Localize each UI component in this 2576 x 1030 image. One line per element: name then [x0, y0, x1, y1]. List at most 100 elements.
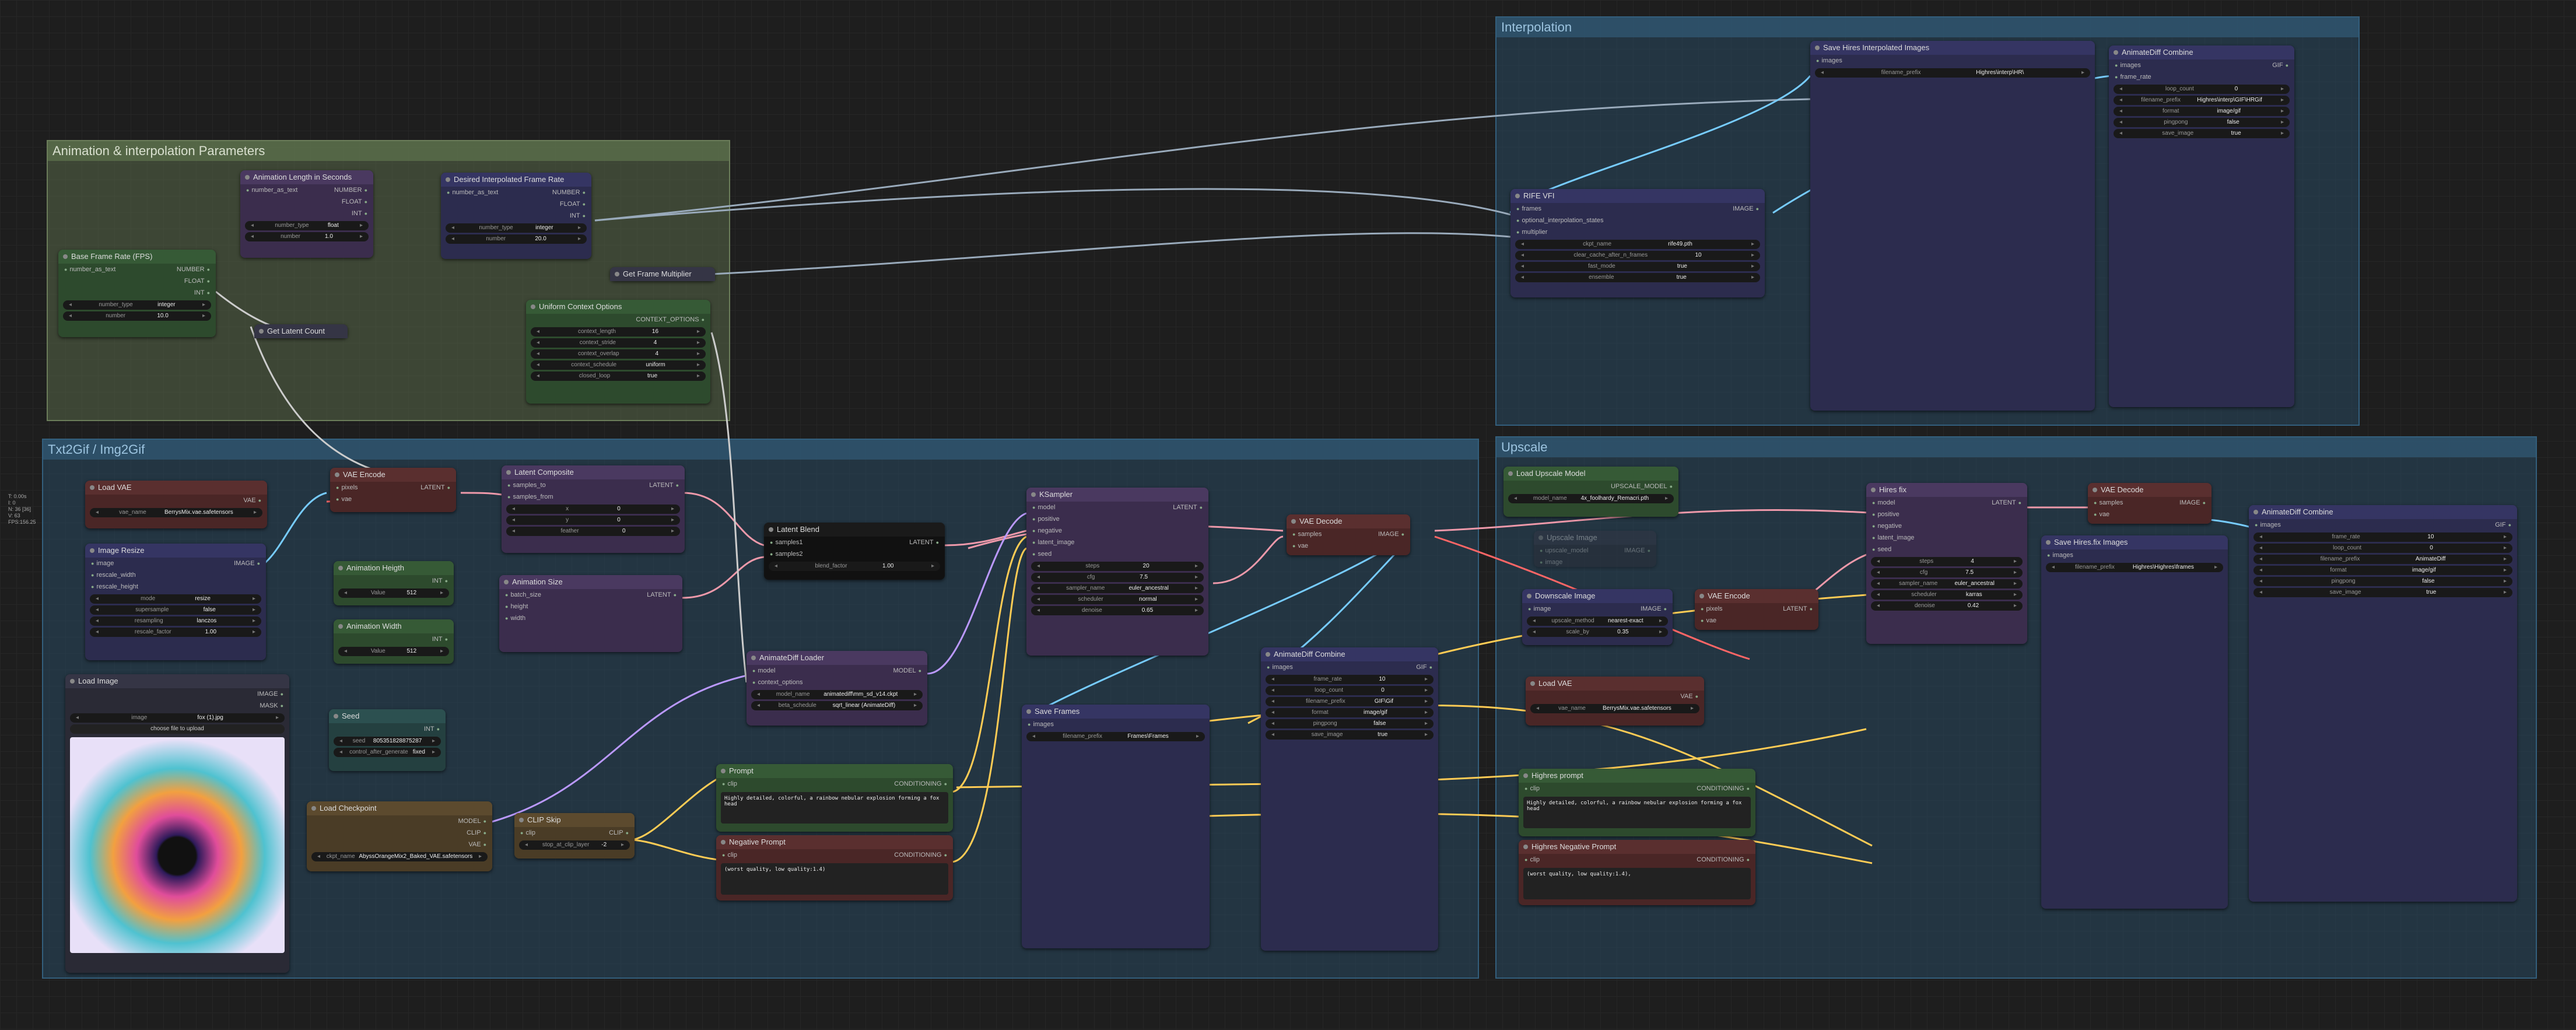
- input-slot[interactable]: clip: [722, 850, 737, 860]
- node-desired-frame-rate[interactable]: Desired Interpolated Frame Rate number_a…: [441, 173, 591, 259]
- node-title[interactable]: CLIP Skip: [514, 813, 635, 827]
- node-title[interactable]: Base Frame Rate (FPS): [58, 250, 216, 264]
- widget[interactable]: steps 4: [1871, 557, 2023, 566]
- input-slot[interactable]: latent_image: [1032, 538, 1074, 547]
- output-slot[interactable]: IMAGE: [2179, 498, 2206, 507]
- output-slot[interactable]: CLIP: [467, 828, 486, 838]
- node-get-latent-count[interactable]: Get Latent Count: [254, 324, 348, 338]
- widget[interactable]: seed 805351828875287: [334, 737, 441, 746]
- output-slot[interactable]: CONDITIONING: [894, 850, 947, 860]
- widget[interactable]: format image/gif: [2253, 566, 2512, 575]
- widget-number[interactable]: number 1.0: [245, 232, 369, 241]
- widget-toggle[interactable]: pingpong false: [2253, 577, 2512, 586]
- input-slot[interactable]: samples1: [770, 538, 802, 547]
- node-title[interactable]: Highres prompt: [1519, 769, 1755, 783]
- node-title[interactable]: VAE Encode: [330, 468, 456, 482]
- node-title[interactable]: VAE Decode: [1287, 514, 1410, 528]
- node-title[interactable]: VAE Encode: [1695, 589, 1818, 603]
- input-slot[interactable]: seed: [1872, 545, 1891, 554]
- node-title[interactable]: Seed: [329, 709, 446, 723]
- node-title[interactable]: Save Hires Interpolated Images: [1810, 41, 2095, 55]
- widget[interactable]: rescale_factor 1.00: [90, 628, 261, 637]
- node-highres-prompt[interactable]: Highres prompt clip CONDITIONING Highly d…: [1519, 769, 1755, 836]
- node-title[interactable]: Get Latent Count: [254, 324, 348, 338]
- input-slot[interactable]: context_options: [752, 678, 802, 687]
- output-slot[interactable]: MASK: [260, 701, 283, 710]
- node-vae-encode[interactable]: VAE Encode pixels LATENT vae: [330, 468, 456, 512]
- input-slot[interactable]: model: [1032, 503, 1055, 512]
- widget[interactable]: Value 512: [338, 588, 449, 598]
- output-slot[interactable]: IMAGE: [1378, 530, 1404, 539]
- node-clip-skip[interactable]: CLIP Skip clip CLIP stop_at_clip_layer -2: [514, 813, 635, 859]
- upload-button[interactable]: choose file to upload: [70, 724, 285, 734]
- node-save-frames[interactable]: Save Frames images filename_prefix Frames…: [1022, 705, 1210, 948]
- output-slot[interactable]: CONDITIONING: [1697, 784, 1750, 793]
- output-slot[interactable]: VAE: [468, 840, 486, 849]
- node-title[interactable]: Desired Interpolated Frame Rate: [441, 173, 591, 187]
- input-slot[interactable]: frame_rate: [2115, 72, 2151, 82]
- output-slot[interactable]: GIF: [2495, 520, 2511, 530]
- input-slot[interactable]: images: [2255, 520, 2280, 530]
- node-title[interactable]: Load Upscale Model: [1503, 467, 1678, 481]
- node-latent-composite[interactable]: Latent Composite samples_to LATENT sample…: [502, 465, 685, 553]
- input-slot[interactable]: images: [1028, 720, 1053, 729]
- input-slot[interactable]: samples: [2094, 498, 2123, 507]
- node-load-upscale-model[interactable]: Load Upscale Model UPSCALE_MODEL model_n…: [1503, 467, 1678, 517]
- node-base-frame-rate[interactable]: Base Frame Rate (FPS) number_as_text NUMB…: [58, 250, 216, 337]
- input-slot[interactable]: vae: [2094, 510, 2109, 519]
- widget[interactable]: steps 20: [1031, 562, 1204, 571]
- node-uniform-context-options[interactable]: Uniform Context Options CONTEXT_OPTIONS …: [526, 300, 710, 404]
- input-slot[interactable]: images: [1816, 56, 1842, 65]
- widget[interactable]: frame_rate 10: [1266, 675, 1434, 684]
- widget[interactable]: filename_prefix Highres\interp\GIF\HRGif: [2114, 96, 2290, 105]
- input-slot[interactable]: clip: [1524, 855, 1540, 864]
- negative-prompt-textarea[interactable]: (worst quality, low quality:1.4): [721, 863, 948, 895]
- input-slot[interactable]: model: [1872, 498, 1895, 507]
- node-title[interactable]: Animation Width: [334, 619, 454, 633]
- output-slot[interactable]: IMAGE: [1641, 604, 1667, 614]
- widget[interactable]: cfg 7.5: [1031, 573, 1204, 582]
- output-slot[interactable]: INT: [432, 635, 448, 644]
- node-title[interactable]: VAE Decode: [2088, 483, 2211, 497]
- node-title[interactable]: Animation Length in Seconds: [240, 170, 373, 184]
- output-slot[interactable]: GIF: [1416, 663, 1432, 672]
- input-slot[interactable]: images: [2047, 551, 2073, 560]
- output-slot[interactable]: VAE: [1680, 692, 1698, 701]
- widget-toggle[interactable]: fast_mode true: [1515, 262, 1760, 271]
- widget[interactable]: scale_by 0.35: [1527, 628, 1668, 637]
- output-slot[interactable]: NUMBER: [177, 265, 210, 274]
- input-slot[interactable]: pixels: [336, 483, 358, 492]
- node-title[interactable]: KSampler: [1026, 488, 1208, 502]
- node-title[interactable]: Downscale Image: [1522, 589, 1673, 603]
- node-animatediff-combine-interp[interactable]: AnimateDiff Combine images GIF frame_rate…: [2109, 45, 2294, 407]
- output-slot[interactable]: LATENT: [647, 590, 677, 600]
- output-slot[interactable]: VAE: [243, 496, 261, 505]
- input-slot[interactable]: width: [505, 614, 525, 623]
- node-title[interactable]: Load Checkpoint: [307, 801, 492, 815]
- node-animation-length[interactable]: Animation Length in Seconds number_as_te…: [240, 170, 373, 258]
- input-slot[interactable]: number_as_text: [246, 185, 297, 195]
- widget[interactable]: ckpt_name rife49.pth: [1515, 240, 1760, 249]
- input-slot[interactable]: images: [1267, 663, 1292, 672]
- widget-toggle[interactable]: save_image true: [1266, 730, 1434, 740]
- input-slot[interactable]: images: [2115, 61, 2140, 70]
- output-slot[interactable]: IMAGE: [1624, 546, 1650, 555]
- node-load-vae-hires[interactable]: Load VAE VAE vae_name BerrysMix.vae.safet…: [1526, 677, 1704, 726]
- widget[interactable]: denoise 0.42: [1871, 601, 2023, 611]
- widget[interactable]: format image/gif: [1266, 708, 1434, 717]
- output-slot[interactable]: CLIP: [609, 828, 629, 838]
- output-slot[interactable]: LATENT: [649, 481, 679, 490]
- widget[interactable]: Value 512: [338, 647, 449, 656]
- node-title[interactable]: Animation Heigth: [334, 561, 454, 575]
- input-slot[interactable]: clip: [722, 779, 737, 789]
- widget[interactable]: control_after_generate fixed: [334, 748, 441, 757]
- input-slot[interactable]: samples: [1292, 530, 1322, 539]
- node-title[interactable]: Save Hires.fix Images: [2041, 535, 2228, 549]
- input-slot[interactable]: clip: [520, 828, 535, 838]
- widget-image-select[interactable]: image fox (1).jpg: [70, 713, 285, 723]
- input-slot[interactable]: height: [505, 602, 528, 611]
- input-slot[interactable]: positive: [1872, 510, 1899, 519]
- node-title[interactable]: AnimateDiff Combine: [1261, 647, 1438, 661]
- output-slot[interactable]: FLOAT: [560, 199, 586, 209]
- output-slot[interactable]: GIF: [2272, 61, 2288, 70]
